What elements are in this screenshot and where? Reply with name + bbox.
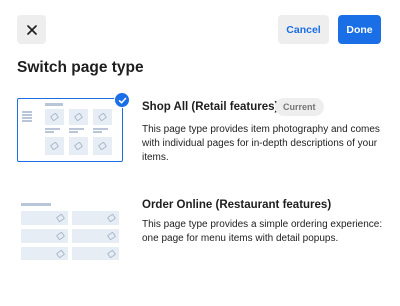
option-order-online[interactable]: Order Online (Restaurant features) This … [0, 192, 400, 264]
option-description: This page type provides a simple orderin… [142, 219, 383, 244]
option-shop-all[interactable]: Shop All (Retail features) Current This … [0, 92, 400, 170]
option-title: Shop All (Retail features) [142, 101, 279, 113]
cancel-button[interactable]: Cancel [278, 15, 329, 44]
close-button[interactable] [17, 15, 46, 44]
close-icon [26, 24, 37, 35]
page-title: Switch page type [17, 59, 144, 76]
current-badge: Current [275, 98, 324, 116]
done-button[interactable]: Done [338, 15, 381, 44]
option-title: Order Online (Restaurant features) [142, 199, 332, 211]
selected-check-icon [114, 92, 130, 108]
option-description: This page type provides item photography… [142, 124, 380, 163]
retail-grid-thumbnail [17, 98, 123, 162]
restaurant-list-thumbnail [17, 200, 123, 260]
